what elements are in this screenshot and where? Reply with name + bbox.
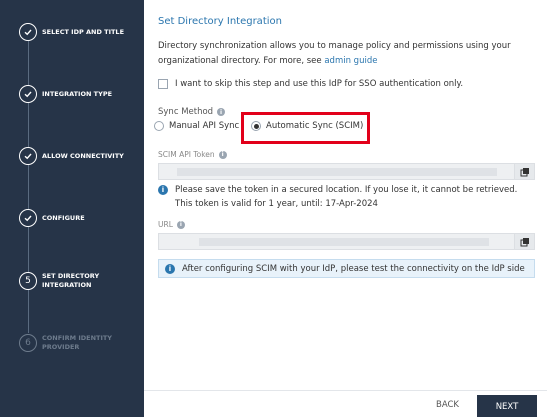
info-icon[interactable]: i	[218, 150, 227, 159]
redacted-token	[177, 168, 497, 176]
url-label-text: URL	[158, 220, 173, 229]
info-icon: i	[165, 263, 175, 274]
step-label: CONFIRM IDENTITY PROVIDER	[42, 334, 113, 351]
sync-method-label: Sync Method i	[158, 107, 226, 117]
copy-icon[interactable]	[514, 164, 534, 179]
radio-button-selected[interactable]	[251, 121, 261, 131]
redacted-url	[199, 238, 489, 246]
info-icon: i	[158, 185, 168, 195]
step-label: SELECT IDP AND TITLE	[42, 27, 125, 36]
token-note-text: Please save the token in a secured locat…	[175, 183, 517, 211]
checkmark-icon	[19, 23, 37, 41]
radio-label: Automatic Sync (SCIM)	[266, 121, 364, 131]
step-label: CONFIGURE	[42, 213, 85, 222]
sync-method-text: Sync Method	[158, 107, 214, 117]
url-field[interactable]	[158, 233, 535, 250]
step-number: 5	[19, 272, 37, 290]
info-icon[interactable]: i	[176, 220, 185, 229]
scim-token-field[interactable]	[158, 163, 535, 180]
back-button[interactable]: BACK	[436, 400, 459, 410]
wizard-sidebar: SELECT IDP AND TITLE INTEGRATION TYPE AL…	[0, 0, 144, 417]
step-set-directory-integration[interactable]: 5 SET DIRECTORY INTEGRATION	[19, 272, 128, 290]
token-note: i Please save the token in a secured loc…	[158, 183, 517, 211]
step-number: 6	[19, 334, 37, 352]
checkmark-icon	[19, 147, 37, 165]
scim-token-label: SCIM API Token i	[158, 150, 227, 159]
main-panel: Set Directory Integration Directory sync…	[144, 0, 547, 417]
scim-token-text: SCIM API Token	[158, 150, 215, 159]
token-note-line1: Please save the token in a secured locat…	[175, 185, 518, 195]
page-title: Set Directory Integration	[158, 16, 282, 27]
radio-button[interactable]	[154, 121, 164, 131]
description: Directory synchronization allows you to …	[158, 39, 528, 69]
step-label: INTEGRATION TYPE	[42, 89, 113, 98]
skip-sync-option[interactable]: I want to skip this step and use this Id…	[158, 79, 463, 89]
radio-automatic-sync-scim[interactable]: Automatic Sync (SCIM)	[251, 121, 363, 131]
skip-sync-checkbox[interactable]	[158, 79, 168, 89]
step-confirm-identity-provider: 6 CONFIRM IDENTITY PROVIDER	[19, 334, 128, 352]
admin-guide-link[interactable]: admin guide	[324, 56, 377, 66]
wizard-footer: BACK NEXT	[144, 390, 547, 417]
step-select-idp[interactable]: SELECT IDP AND TITLE	[19, 23, 128, 41]
skip-sync-label: I want to skip this step and use this Id…	[175, 79, 464, 89]
step-configure[interactable]: CONFIGURE	[19, 209, 128, 227]
step-allow-connectivity[interactable]: ALLOW CONNECTIVITY	[19, 147, 128, 165]
url-label: URL i	[158, 220, 185, 229]
radio-label: Manual API Sync	[169, 121, 240, 131]
checkmark-icon	[19, 85, 37, 103]
copy-icon[interactable]	[514, 234, 534, 249]
token-note-line2: This token is valid for 1 year, until: 1…	[175, 199, 378, 209]
info-message: After configuring SCIM with your IdP, pl…	[182, 263, 525, 274]
scim-info-banner: i After configuring SCIM with your IdP, …	[158, 259, 535, 278]
checkmark-icon	[19, 209, 37, 227]
step-integration-type[interactable]: INTEGRATION TYPE	[19, 85, 128, 103]
next-button[interactable]: NEXT	[477, 395, 537, 417]
step-label: ALLOW CONNECTIVITY	[42, 151, 124, 160]
radio-manual-api-sync[interactable]: Manual API Sync	[154, 121, 239, 131]
info-icon[interactable]: i	[217, 108, 226, 116]
step-label: SET DIRECTORY INTEGRATION	[42, 272, 100, 289]
